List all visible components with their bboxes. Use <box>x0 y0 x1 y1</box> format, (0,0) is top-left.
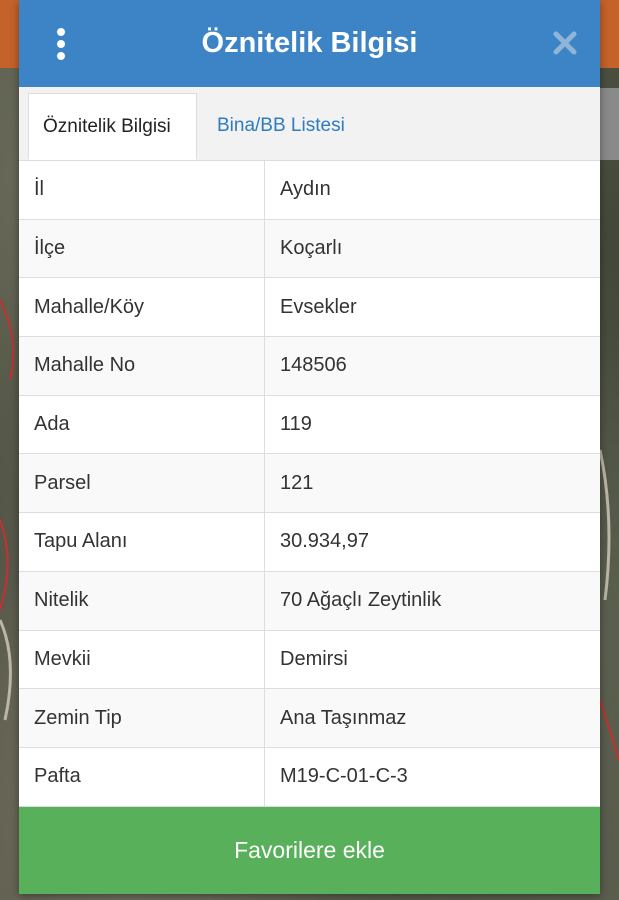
table-row: Nitelik 70 Ağaçlı Zeytinlik <box>19 571 600 631</box>
table-row: Parsel 121 <box>19 454 600 514</box>
attribute-value: M19-C-01-C-3 <box>280 765 408 788</box>
attribute-key: İl <box>19 161 265 219</box>
attribute-key: Mevkii <box>19 630 265 689</box>
tab-bar: Öznitelik Bilgisi Bina/BB Listesi <box>19 87 600 161</box>
attribute-value: 119 <box>280 413 312 436</box>
table-row: İlçe Koçarlı <box>19 219 600 279</box>
attribute-dialog: Öznitelik Bilgisi Öznitelik Bilgisi Bina… <box>19 0 600 894</box>
attribute-key: Nitelik <box>19 571 265 630</box>
dialog-title: Öznitelik Bilgisi <box>201 27 418 59</box>
scrollbar-thumb[interactable] <box>600 88 619 160</box>
attribute-key: Zemin Tip <box>19 689 265 747</box>
tab-attribute-info[interactable]: Öznitelik Bilgisi <box>28 93 197 160</box>
table-row: Pafta M19-C-01-C-3 <box>19 747 600 807</box>
attribute-key: Tapu Alanı <box>19 513 265 571</box>
tab-building-list[interactable]: Bina/BB Listesi <box>203 93 359 159</box>
attribute-value: Evsekler <box>280 295 357 318</box>
attribute-key: Parsel <box>19 454 265 513</box>
attribute-value: 148506 <box>280 354 347 377</box>
attribute-key: Pafta <box>19 747 265 806</box>
attribute-value: Koçarlı <box>280 237 343 260</box>
attribute-value: 30.934,97 <box>280 530 369 553</box>
table-row: Mevkii Demirsi <box>19 630 600 690</box>
attribute-value: Aydın <box>280 178 331 201</box>
table-row: Mahalle/Köy Evsekler <box>19 278 600 338</box>
table-row: Mahalle No 148506 <box>19 337 600 396</box>
table-row: Zemin Tip Ana Taşınmaz <box>19 689 600 748</box>
attribute-value: Ana Taşınmaz <box>280 706 407 729</box>
attribute-key: Ada <box>19 395 265 454</box>
attribute-value: 121 <box>280 471 314 494</box>
attribute-table: İl Aydın İlçe Koçarlı Mahalle/Köy Evsekl… <box>19 161 600 807</box>
attribute-key: Mahalle No <box>19 337 265 395</box>
attribute-key: İlçe <box>19 219 265 278</box>
table-row: Tapu Alanı 30.934,97 <box>19 513 600 572</box>
dialog-header: Öznitelik Bilgisi <box>19 0 600 87</box>
attribute-value: 70 Ağaçlı Zeytinlik <box>280 589 442 612</box>
add-favorite-button[interactable]: Favorilere ekle <box>19 807 600 894</box>
close-icon[interactable] <box>552 30 578 56</box>
attribute-value: Demirsi <box>280 647 348 670</box>
table-row: İl Aydın <box>19 161 600 220</box>
table-row: Ada 119 <box>19 395 600 455</box>
attribute-key: Mahalle/Köy <box>19 278 265 337</box>
